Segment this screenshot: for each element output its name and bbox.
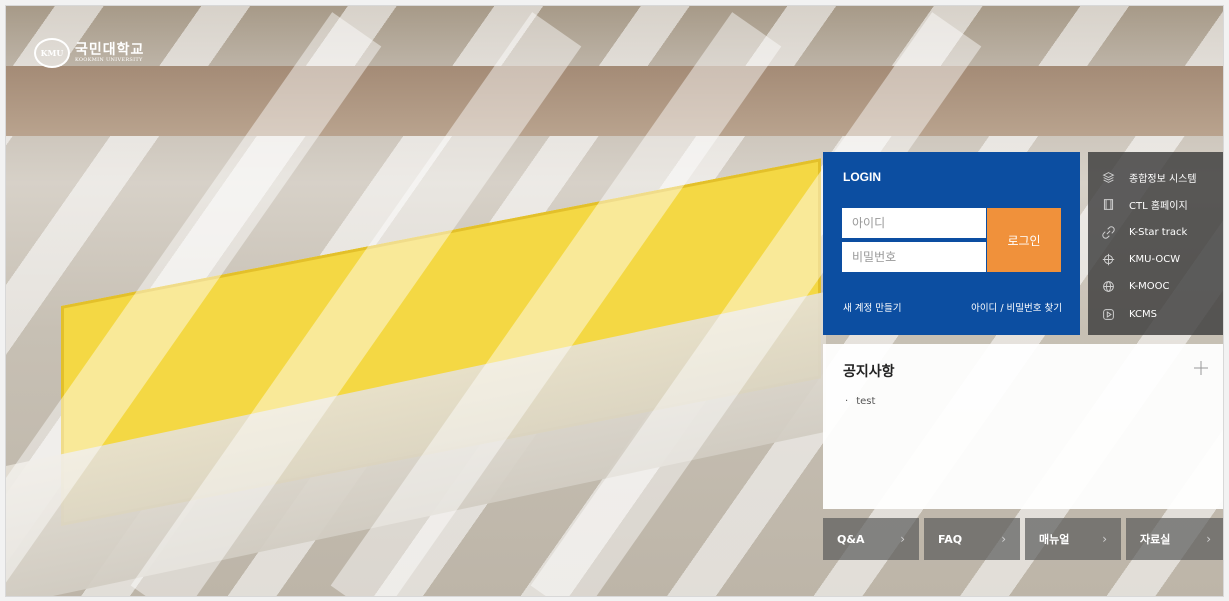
plus-icon[interactable] bbox=[1193, 360, 1209, 376]
quick-link-ocw[interactable]: KMU-OCW bbox=[1088, 246, 1223, 273]
notice-panel: 공지사항 test bbox=[823, 344, 1223, 509]
quick-link-kmooc[interactable]: K-MOOC bbox=[1088, 273, 1223, 300]
chevron-right-icon: › bbox=[1001, 532, 1006, 546]
login-panel: LOGIN 로그인 새 계정 만들기 아이디 / 비밀번호 찾기 bbox=[823, 152, 1080, 335]
crosshair-icon bbox=[1101, 253, 1115, 267]
quick-link-label: KCMS bbox=[1129, 308, 1157, 320]
qna-button[interactable]: Q&A › bbox=[823, 518, 919, 560]
quick-link-kstar[interactable]: K-Star track bbox=[1088, 219, 1223, 246]
background-brick-band bbox=[6, 66, 1223, 136]
chevron-right-icon: › bbox=[900, 532, 905, 546]
chevron-right-icon: › bbox=[1102, 532, 1107, 546]
quick-link-kcms[interactable]: KCMS bbox=[1088, 300, 1223, 327]
film-icon bbox=[1101, 198, 1115, 212]
archive-button[interactable]: 자료실 › bbox=[1126, 518, 1223, 560]
bottom-nav-label: 자료실 bbox=[1140, 533, 1171, 546]
university-logo[interactable]: KMU 국민대학교 KOOKMIN UNIVERSITY bbox=[34, 38, 144, 68]
quick-link-label: K-MOOC bbox=[1129, 281, 1170, 293]
manual-button[interactable]: 매뉴얼 › bbox=[1025, 518, 1121, 560]
quick-link-label: KMU-OCW bbox=[1129, 254, 1181, 266]
faq-button[interactable]: FAQ › bbox=[924, 518, 1020, 560]
quick-link-ctl[interactable]: CTL 홈페이지 bbox=[1088, 191, 1223, 218]
logo-name-korean: 국민대학교 bbox=[75, 42, 145, 59]
bottom-nav-label: FAQ bbox=[938, 532, 963, 546]
layers-icon bbox=[1101, 171, 1115, 185]
login-title: LOGIN bbox=[843, 170, 881, 184]
chevron-right-icon: › bbox=[1206, 532, 1211, 546]
bottom-nav-label: Q&A bbox=[837, 532, 865, 546]
login-button[interactable]: 로그인 bbox=[987, 208, 1061, 272]
logo-name-english: KOOKMIN UNIVERSITY bbox=[75, 56, 143, 63]
notice-title: 공지사항 bbox=[843, 364, 895, 380]
bottom-nav-label: 매뉴얼 bbox=[1039, 533, 1070, 546]
quick-link-label: CTL 홈페이지 bbox=[1129, 201, 1188, 213]
username-input[interactable] bbox=[842, 208, 986, 238]
play-icon bbox=[1101, 307, 1115, 321]
quick-link-label: K-Star track bbox=[1129, 226, 1188, 238]
password-input[interactable] bbox=[842, 242, 986, 272]
link-icon bbox=[1101, 225, 1115, 239]
logo-text: 국민대학교 KOOKMIN UNIVERSITY bbox=[75, 43, 144, 63]
notice-list: test bbox=[845, 396, 875, 407]
page-frame: KMU 국민대학교 KOOKMIN UNIVERSITY LOGIN 로그인 새… bbox=[5, 5, 1224, 597]
quick-links-panel: 종합정보 시스템 CTL 홈페이지 K-Star track KMU-OCW K… bbox=[1088, 152, 1223, 335]
logo-emblem-icon: KMU bbox=[34, 38, 70, 68]
notice-item[interactable]: test bbox=[845, 396, 875, 407]
globe-icon bbox=[1101, 280, 1115, 294]
quick-link-portal[interactable]: 종합정보 시스템 bbox=[1088, 164, 1223, 191]
find-account-link[interactable]: 아이디 / 비밀번호 찾기 bbox=[971, 300, 1062, 314]
quick-link-label: 종합정보 시스템 bbox=[1129, 174, 1197, 186]
new-account-link[interactable]: 새 계정 만들기 bbox=[843, 300, 901, 314]
